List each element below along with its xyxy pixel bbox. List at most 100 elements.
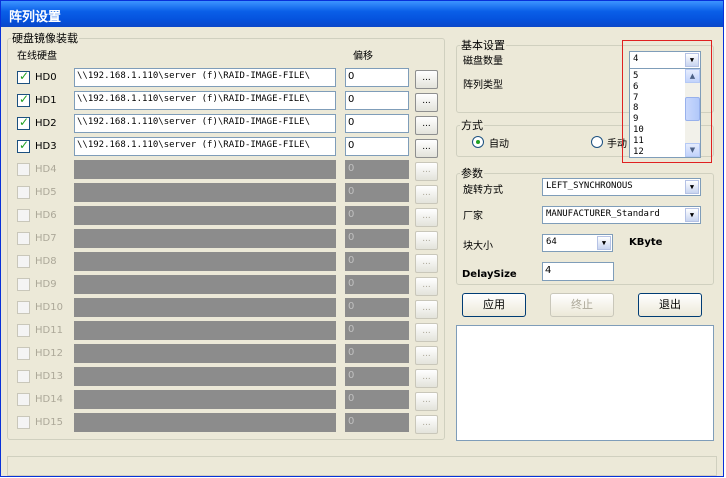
disk-image-path-input[interactable] [74,321,336,340]
block-size-select[interactable]: 64 ▼ [542,234,613,252]
disk-checkbox[interactable] [17,209,30,222]
disk-image-path-input[interactable] [74,298,336,317]
disk-checkbox[interactable] [17,347,30,360]
disk-checkbox[interactable] [17,186,30,199]
block-size-label: 块大小 [463,241,493,252]
disk-offset-input[interactable]: 0 [345,344,409,363]
radio-dot [476,140,480,144]
delay-size-label: DelaySize [462,269,517,280]
browse-button[interactable]: ... [415,162,438,181]
disk-offset-input[interactable]: 0 [345,229,409,248]
vendor-select[interactable]: MANUFACTURER_Standard ▼ [542,206,701,224]
browse-button[interactable]: ... [415,392,438,411]
disk-checkbox[interactable]: ✓ [17,115,30,130]
browse-button[interactable]: ... [415,277,438,296]
disk-image-path-input[interactable]: \\192.168.1.110\server (f)\RAID-IMAGE-FI… [74,137,336,156]
disk-offset-input[interactable]: 0 [345,206,409,225]
browse-button[interactable]: ... [415,139,438,158]
disk-image-path-input[interactable] [74,367,336,386]
disk-image-path-input[interactable] [74,160,336,179]
disk-offset-input[interactable]: 0 [345,367,409,386]
params-legend: 参数 [461,167,483,180]
disk-checkbox[interactable]: ✓ [17,138,30,153]
disk-name: HD3 [35,141,57,152]
browse-button[interactable]: ... [415,208,438,227]
disk-checkbox[interactable]: ✓ [17,92,30,107]
disk-name: HD15 [35,417,63,428]
block-size-value: 64 [546,237,557,247]
checkmark-icon: ✓ [19,115,30,129]
disk-checkbox[interactable] [17,278,30,291]
basic-settings-legend: 基本设置 [461,39,505,52]
disk-checkbox[interactable] [17,324,30,337]
rotation-select[interactable]: LEFT_SYNCHRONOUS ▼ [542,178,701,196]
disk-checkbox[interactable] [17,232,30,245]
disk-image-path-input[interactable] [74,229,336,248]
manual-radio[interactable] [591,136,603,148]
disk-offset-input[interactable]: 0 [345,321,409,340]
status-bar [7,456,717,476]
disk-offset-input[interactable]: 0 [345,183,409,202]
browse-button[interactable]: ... [415,231,438,250]
disk-name: HD7 [35,233,57,244]
online-disks-header: 在线硬盘 [17,51,57,62]
disk-name: HD14 [35,394,63,405]
browse-button[interactable]: ... [415,300,438,319]
disk-image-path-input[interactable] [74,344,336,363]
disk-name: HD1 [35,95,57,106]
browse-button[interactable]: ... [415,323,438,342]
auto-radio[interactable] [472,136,484,148]
chevron-down-icon[interactable]: ▼ [685,180,699,194]
rotation-label: 旋转方式 [463,185,503,196]
log-output-box[interactable] [456,325,714,441]
disk-offset-input[interactable]: 0 [345,390,409,409]
browse-button[interactable]: ... [415,254,438,273]
chevron-down-icon[interactable]: ▼ [597,236,611,250]
disk-offset-input[interactable]: 0 [345,114,409,133]
disk-image-path-input[interactable]: \\192.168.1.110\server (f)\RAID-IMAGE-FI… [74,114,336,133]
browse-button[interactable]: ... [415,415,438,434]
stop-button[interactable]: 终止 [550,293,614,317]
disk-image-path-input[interactable] [74,275,336,294]
disk-image-path-input[interactable]: \\192.168.1.110\server (f)\RAID-IMAGE-FI… [74,91,336,110]
delay-size-input[interactable]: 4 [542,262,614,281]
disk-image-path-input[interactable] [74,183,336,202]
disk-checkbox[interactable] [17,393,30,406]
disk-name: HD2 [35,118,57,129]
exit-button[interactable]: 退出 [638,293,702,317]
browse-button[interactable]: ... [415,116,438,135]
disk-offset-input[interactable]: 0 [345,68,409,87]
browse-button[interactable]: ... [415,369,438,388]
rotation-value: LEFT_SYNCHRONOUS [546,181,633,191]
disk-name: HD6 [35,210,57,221]
disk-checkbox[interactable] [17,370,30,383]
browse-button[interactable]: ... [415,346,438,365]
disk-checkbox[interactable] [17,255,30,268]
disk-offset-input[interactable]: 0 [345,252,409,271]
disk-image-path-input[interactable] [74,206,336,225]
disk-offset-input[interactable]: 0 [345,137,409,156]
browse-button[interactable]: ... [415,70,438,89]
title-bar[interactable]: 阵列设置 [1,1,723,27]
apply-button[interactable]: 应用 [462,293,526,317]
disk-offset-input[interactable]: 0 [345,91,409,110]
browse-button[interactable]: ... [415,93,438,112]
disk-offset-input[interactable]: 0 [345,413,409,432]
disk-image-path-input[interactable] [74,390,336,409]
disk-checkbox[interactable]: ✓ [17,69,30,84]
disk-checkbox[interactable] [17,301,30,314]
array-type-label: 阵列类型 [463,80,503,91]
disk-image-path-input[interactable]: \\192.168.1.110\server (f)\RAID-IMAGE-FI… [74,68,336,87]
disk-image-path-input[interactable] [74,252,336,271]
chevron-down-icon[interactable]: ▼ [685,208,699,222]
disk-count-label: 磁盘数量 [463,56,503,67]
disk-checkbox[interactable] [17,416,30,429]
disk-checkbox[interactable] [17,163,30,176]
array-settings-window: 阵列设置 硬盘镜像装载 在线硬盘 偏移 ✓ HD0 \\192.168.1.110\… [0,0,724,477]
disk-offset-input[interactable]: 0 [345,275,409,294]
disk-name: HD4 [35,164,57,175]
disk-offset-input[interactable]: 0 [345,160,409,179]
browse-button[interactable]: ... [415,185,438,204]
disk-offset-input[interactable]: 0 [345,298,409,317]
disk-image-path-input[interactable] [74,413,336,432]
